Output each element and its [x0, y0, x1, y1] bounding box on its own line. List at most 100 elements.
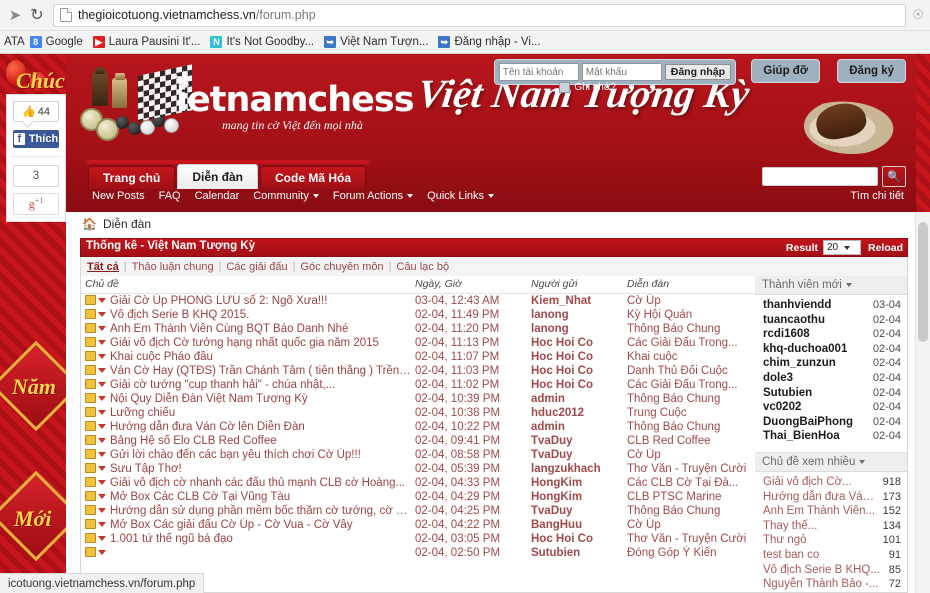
chevron-down-icon[interactable] — [98, 550, 106, 555]
table-row[interactable]: Mở Box Các giải đấu Cờ Úp - Cờ Vua - Cờ … — [81, 518, 755, 532]
bookmark-item-google[interactable]: 8 Google — [25, 36, 88, 48]
thread-topic-cell[interactable]: Giải vô địch Cờ tướng hạng nhất quốc gia… — [81, 336, 411, 350]
thread-author-link[interactable]: BangHuu — [527, 518, 623, 532]
table-row[interactable]: Ván Cờ Hay (QTĐS) Trần Chánh Tâm ( tiên … — [81, 364, 755, 378]
thread-title-link[interactable]: Giải vô địch cờ nhanh các đấu thủ mạnh C… — [110, 477, 405, 489]
table-row[interactable]: Khai cuộc Pháo đầu 02-04, 11:07 PM Hoc Hoi… — [81, 350, 755, 364]
thread-title-link[interactable]: Hướng dẫn đưa Ván Cờ lên Diễn Đàn — [110, 421, 305, 433]
table-row[interactable]: 1.001 tứ thế ngũ bá đạo 02-04, 03:05 PM Ho… — [81, 532, 755, 546]
table-row[interactable]: Anh Em Thành Viên Cùng BQT Báo Danh Nhé 0… — [81, 322, 755, 336]
bookmark-item-laura[interactable]: ▶ Laura Pausini It'... — [88, 36, 206, 48]
new-member-item[interactable]: dole3 02-04 — [763, 371, 901, 386]
thread-author-link[interactable]: Hoc Hoi Co — [527, 336, 623, 350]
new-member-item[interactable]: DuongBaiPhong 02-04 — [763, 415, 901, 430]
chevron-down-icon[interactable] — [98, 410, 106, 415]
thread-author-link[interactable]: TvaDuy — [527, 448, 623, 462]
thread-title-link[interactable]: Mở Box Các giải đấu Cờ Úp - Cờ Vua - Cờ … — [110, 519, 353, 531]
url-input[interactable]: thegioicotuong.vietnamchess.vn/forum.php — [53, 3, 907, 27]
page-scrollbar[interactable] — [915, 212, 930, 593]
new-member-item[interactable]: khq-duchoa001 02-04 — [763, 342, 901, 357]
most-viewed-item[interactable]: Hướng dẫn đưa Ván... 173 — [763, 490, 901, 505]
chevron-down-icon[interactable] — [98, 396, 106, 401]
most-viewed-header[interactable]: Chủ đề xem nhiều — [755, 452, 907, 472]
forward-arrow-icon[interactable]: ➤ — [6, 6, 24, 24]
thread-topic-cell[interactable]: Hướng dẫn sử dụng phần mềm bốc thăm cờ t… — [81, 504, 411, 518]
thread-topic-cell[interactable]: 1.001 tứ thế ngũ bá đạo — [81, 532, 411, 546]
thread-author-link[interactable]: HongKim — [527, 490, 623, 504]
nav-link-quick-links[interactable]: Quick Links — [427, 190, 495, 202]
new-members-header[interactable]: Thành viên mới — [755, 276, 907, 295]
thread-author-link[interactable]: Hoc Hoi Co — [527, 364, 623, 378]
thread-forum-link[interactable]: Thông Báo Chung — [623, 392, 755, 406]
thread-topic-cell[interactable]: Gửi lời chào đến các bạn yêu thích chơi … — [81, 448, 411, 462]
thread-title-link[interactable]: Lưỡng chiếu — [110, 407, 175, 419]
bookmark-star-icon[interactable]: ☉ — [912, 7, 924, 23]
thread-forum-link[interactable]: Thông Báo Chung — [623, 322, 755, 336]
table-row[interactable]: Hướng dẫn sử dụng phần mềm bốc thăm cờ t… — [81, 504, 755, 518]
thread-title-link[interactable]: Sưu Tập Thơ! — [110, 463, 182, 475]
thread-forum-link[interactable]: Các Giải Đấu Trong... — [623, 336, 755, 350]
thread-forum-link[interactable]: Khai cuộc — [623, 350, 755, 364]
subtab-cac-giai-dau[interactable]: Các giải đấu — [226, 261, 287, 273]
thread-title-link[interactable]: Giải Cờ Úp PHONG LƯU số 2: Ngõ Xưa!!! — [110, 295, 327, 307]
table-row[interactable]: Giải cờ tướng "cup thanh hải" - chúa nhậ… — [81, 378, 755, 392]
most-viewed-item[interactable]: Nguyễn Thành Bảo -... 72 — [763, 577, 901, 592]
thread-topic-cell[interactable]: Hướng dẫn đưa Ván Cờ lên Diễn Đàn — [81, 420, 411, 434]
chevron-down-icon[interactable] — [98, 424, 106, 429]
result-count-select[interactable]: 20 — [822, 240, 861, 255]
thread-author-link[interactable]: HongKim — [527, 476, 623, 490]
nav-link-community[interactable]: Community — [253, 190, 319, 202]
home-icon[interactable]: 🏠 — [82, 217, 97, 231]
thread-topic-cell[interactable]: Khai cuộc Pháo đầu — [81, 350, 411, 364]
thread-author-link[interactable]: Kiem_Nhat — [527, 294, 623, 309]
thread-author-link[interactable]: TvaDuy — [527, 504, 623, 518]
bookmark-item-ata[interactable]: ATA — [2, 36, 25, 48]
thread-topic-cell[interactable]: Bảng Hệ số Elo CLB Red Coffee — [81, 434, 411, 448]
most-viewed-item[interactable]: Giải vô địch Cờ... 918 — [763, 475, 901, 490]
thread-topic-cell[interactable]: Nội Quy Diễn Đàn Việt Nam Tượng Kỳ — [81, 392, 411, 406]
table-row[interactable]: Giải vô địch cờ nhanh các đấu thủ mạnh C… — [81, 476, 755, 490]
thread-author-link[interactable]: admin — [527, 420, 623, 434]
thread-title-link[interactable]: Anh Em Thành Viên Cùng BQT Báo Danh Nhé — [110, 323, 348, 335]
thread-title-link[interactable]: Hướng dẫn sử dụng phần mềm bốc thăm cờ t… — [110, 505, 411, 517]
chevron-down-icon[interactable] — [98, 508, 106, 513]
thread-author-link[interactable]: Hoc Hoi Co — [527, 378, 623, 392]
thread-forum-link[interactable]: Thơ Văn - Truyện Cười — [623, 532, 755, 546]
thread-topic-cell[interactable]: Vô địch Serie B KHQ 2015. — [81, 308, 411, 322]
new-member-item[interactable]: Sutubien 02-04 — [763, 386, 901, 401]
chevron-down-icon[interactable] — [98, 466, 106, 471]
thread-forum-link[interactable]: Thông Báo Chung — [623, 420, 755, 434]
thread-author-link[interactable]: langzukhach — [527, 462, 623, 476]
username-input[interactable] — [498, 63, 579, 81]
table-row[interactable]: Hướng dẫn đưa Ván Cờ lên Diễn Đàn 02-04, … — [81, 420, 755, 434]
scrollbar-thumb[interactable] — [918, 222, 928, 342]
table-row[interactable]: 02-04, 02:50 PM Sutubien Đóng Góp Ý Kiến — [81, 546, 755, 560]
thread-author-link[interactable]: lanong — [527, 308, 623, 322]
thread-author-link[interactable]: lanong — [527, 322, 623, 336]
thread-title-link[interactable]: Bảng Hệ số Elo CLB Red Coffee — [110, 435, 277, 447]
breadcrumb-label[interactable]: Diễn đàn — [103, 217, 151, 231]
thread-forum-link[interactable]: Cờ Úp — [623, 294, 755, 309]
most-viewed-item[interactable]: Vô địch Serie B KHQ... 85 — [763, 563, 901, 578]
thread-author-link[interactable]: hduc2012 — [527, 406, 623, 420]
reload-icon[interactable]: ↻ — [28, 6, 46, 24]
thread-forum-link[interactable]: CLB PTSC Marine — [623, 490, 755, 504]
subtab-cau-lac-bo[interactable]: Câu lạc bộ — [397, 261, 450, 273]
table-row[interactable]: Giải Cờ Úp PHONG LƯU số 2: Ngõ Xưa!!! 03-… — [81, 294, 755, 309]
bookmark-item-dangnhap[interactable]: ➥ Đăng nhập - Vi... — [433, 36, 545, 48]
site-logo[interactable]: ★ ietnamchess mang tin cờ Việt đến mọi n… — [76, 62, 415, 142]
thread-forum-link[interactable]: Trung Cuộc — [623, 406, 755, 420]
table-row[interactable]: Sưu Tập Thơ! 02-04, 05:39 PM langzukhach Th… — [81, 462, 755, 476]
thread-title-link[interactable]: Ván Cờ Hay (QTĐS) Trần Chánh Tâm ( tiên … — [110, 365, 411, 377]
tab-code-ma-hoa[interactable]: Code Mã Hóa — [260, 166, 367, 189]
new-member-item[interactable]: chim_zunzun 02-04 — [763, 356, 901, 371]
thread-forum-link[interactable]: Đóng Góp Ý Kiến — [623, 546, 755, 560]
nav-link-faq[interactable]: FAQ — [159, 190, 181, 202]
reload-button[interactable]: Reload — [868, 242, 903, 254]
thread-forum-link[interactable]: Cờ Úp — [623, 518, 755, 532]
thread-title-link[interactable]: Giải vô địch Cờ tướng hạng nhất quốc gia… — [110, 337, 379, 349]
table-row[interactable]: Vô địch Serie B KHQ 2015. 02-04, 11:49 PM… — [81, 308, 755, 322]
help-button[interactable]: Giúp đỡ — [751, 59, 820, 83]
search-input[interactable] — [762, 167, 878, 186]
new-member-item[interactable]: Thai_BienHoa 02-04 — [763, 429, 901, 444]
